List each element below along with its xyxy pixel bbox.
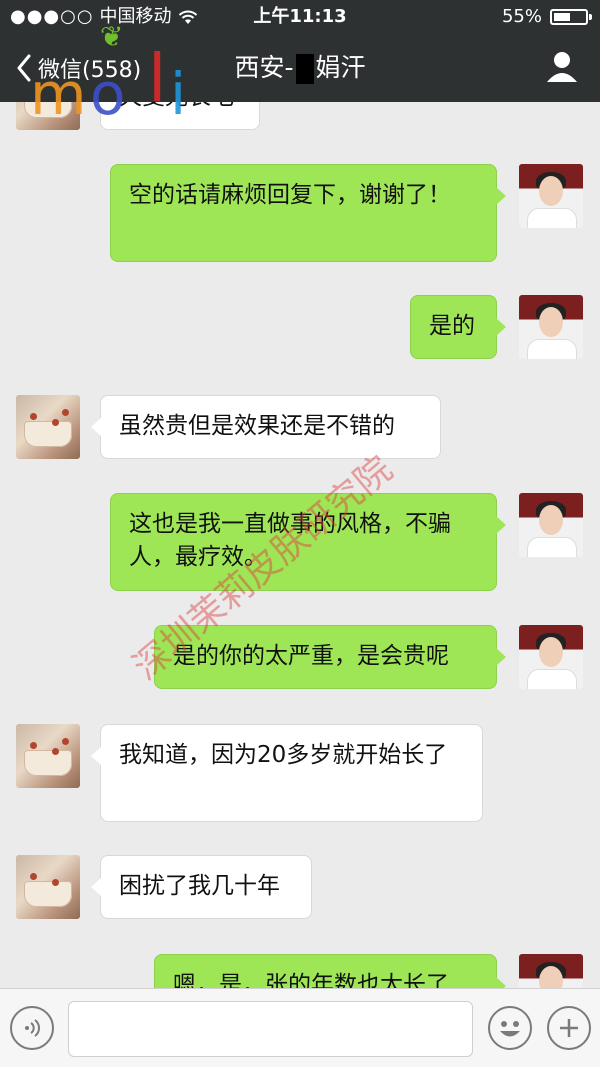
message-bubble[interactable]: 天变光长毛: [91, 102, 260, 130]
message-bubble[interactable]: 困扰了我几十年: [91, 855, 312, 919]
chat-title-suffix: 娟汗: [315, 53, 366, 82]
my-avatar[interactable]: [519, 164, 583, 228]
chat-area[interactable]: 天变光长毛 空的话请麻烦回复下，谢谢了！ 是的 虽然贵但是效果还是不错的 这也是…: [0, 102, 600, 988]
my-avatar[interactable]: [519, 625, 583, 689]
profile-button[interactable]: [544, 48, 580, 88]
contact-avatar[interactable]: [16, 724, 80, 788]
contact-avatar[interactable]: [16, 395, 80, 459]
my-avatar[interactable]: [519, 295, 583, 359]
battery-percentage: 55%: [501, 6, 542, 27]
message-bubble[interactable]: 这也是我一直做事的风格，不骗人，最疗效。: [110, 493, 506, 591]
my-avatar[interactable]: [519, 493, 583, 557]
message-text: 我知道，因为20多岁就开始长了: [119, 742, 448, 768]
message-text: 空的话请麻烦回复下，谢谢了！: [129, 182, 451, 208]
message-text: 虽然贵但是效果还是不错的: [119, 413, 395, 439]
navigation-bar: 微信(558) 西安- 娟汗: [0, 34, 600, 102]
message-bubble[interactable]: 虽然贵但是效果还是不错的: [91, 395, 441, 459]
message-text: 困扰了我几十年: [119, 873, 280, 899]
emoji-icon: [500, 1021, 520, 1037]
battery-icon: [550, 9, 592, 25]
plus-icon: [560, 1019, 578, 1037]
message-text: 这也是我一直做事的风格，不骗人，最疗效。: [129, 511, 451, 570]
message-bubble[interactable]: 是的: [410, 295, 506, 359]
message-text: 天变光长毛: [119, 102, 234, 110]
voice-icon: [25, 1019, 40, 1037]
message-bubble[interactable]: 嗯，是，张的年数也太长了: [154, 954, 506, 988]
redacted-block: [295, 54, 314, 84]
person-icon: [547, 52, 577, 82]
message-text: 是的: [429, 313, 475, 339]
message-bubble[interactable]: 空的话请麻烦回复下，谢谢了！: [110, 164, 506, 262]
contact-avatar[interactable]: [16, 102, 80, 130]
emoji-button[interactable]: [488, 1006, 532, 1050]
app-header: ●●●○○ 中国移动 上午11:13 55% 微信(558) 西安- 娟汗: [0, 0, 600, 102]
contact-avatar[interactable]: [16, 855, 80, 919]
chat-title: 西安- 娟汗: [0, 34, 600, 102]
voice-button[interactable]: [10, 1006, 54, 1050]
message-bubble[interactable]: 是的你的太严重，是会贵呢: [154, 625, 506, 689]
input-bar: [0, 988, 600, 1067]
add-button[interactable]: [547, 1006, 591, 1050]
message-text: 嗯，是，张的年数也太长了: [173, 972, 449, 988]
message-text: 是的你的太严重，是会贵呢: [173, 643, 449, 669]
status-bar: ●●●○○ 中国移动 上午11:13 55%: [0, 0, 600, 34]
chat-title-prefix: 西安-: [234, 53, 294, 82]
message-input[interactable]: [68, 1001, 473, 1057]
message-bubble[interactable]: 我知道，因为20多岁就开始长了: [91, 724, 483, 822]
my-avatar[interactable]: [519, 954, 583, 988]
